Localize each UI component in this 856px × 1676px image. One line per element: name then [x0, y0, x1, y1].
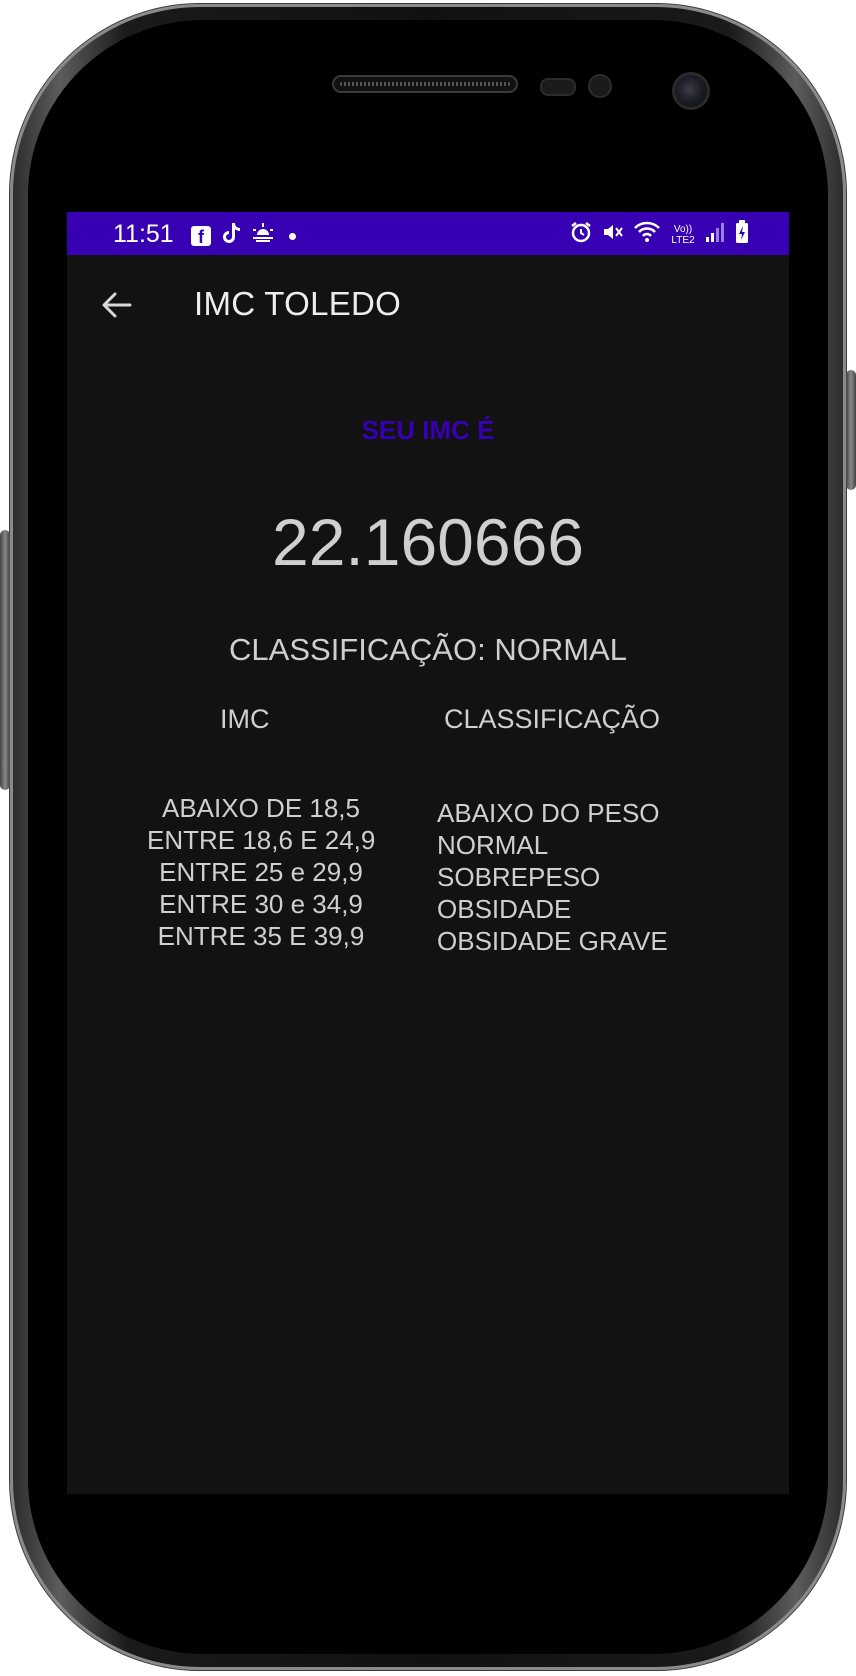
wifi-icon [633, 220, 661, 250]
app-title: IMC TOLEDO [194, 285, 402, 322]
list-item: ABAIXO DO PESO [437, 798, 660, 828]
imc-value: 22.160666 [272, 505, 584, 579]
light-sensor [588, 74, 612, 98]
front-camera [672, 72, 710, 110]
list-item: OBSIDADE GRAVE [437, 926, 668, 956]
table-header-imc: IMC [220, 704, 270, 734]
signal-icon [705, 221, 727, 249]
list-item: ENTRE 30 e 34,9 [159, 889, 363, 919]
status-left-icons: f [191, 222, 296, 250]
list-item: NORMAL [437, 830, 549, 860]
classification-list: ABAIXO DO PESO NORMAL SOBREPESO OBSIDADE… [437, 797, 668, 957]
power-button [846, 370, 856, 490]
facebook-icon: f [191, 226, 211, 247]
classification-text: CLASSIFICAÇÃO: NORMAL [229, 632, 627, 667]
list-item: ENTRE 18,6 E 24,9 [147, 825, 376, 855]
arrow-left-icon[interactable] [97, 285, 137, 325]
proximity-sensor [540, 78, 576, 96]
list-item: SOBREPESO [437, 862, 601, 892]
status-time: 11:51 [113, 220, 174, 248]
volume-button [0, 530, 10, 790]
weather-icon [251, 223, 275, 249]
status-right-icons: Vo)) LTE2 [569, 220, 749, 250]
list-item: OBSIDADE [437, 894, 572, 924]
alarm-icon [569, 220, 593, 250]
imc-ranges-list: ABAIXO DE 18,5 ENTRE 18,6 E 24,9 ENTRE 2… [147, 792, 375, 952]
tiktok-icon [221, 222, 241, 250]
status-bar: 11:51 f Vo)) LTE2 [67, 212, 789, 255]
volte-icon: Vo)) LTE2 [671, 224, 695, 246]
list-item: ENTRE 25 e 29,9 [159, 857, 363, 887]
earpiece-speaker [332, 75, 518, 93]
list-item: ENTRE 35 E 39,9 [157, 921, 365, 951]
result-label: SEU IMC É [361, 415, 495, 445]
notification-dot-icon [289, 232, 296, 240]
mute-icon [601, 220, 625, 250]
screen: 11:51 f Vo)) LTE2 IMC TOLEDO SEU IMC É 2… [67, 212, 789, 1494]
app-bar: IMC TOLEDO [67, 255, 789, 353]
battery-icon [735, 220, 749, 250]
table-header-classification: CLASSIFICAÇÃO [444, 704, 661, 734]
list-item: ABAIXO DE 18,5 [162, 793, 360, 823]
